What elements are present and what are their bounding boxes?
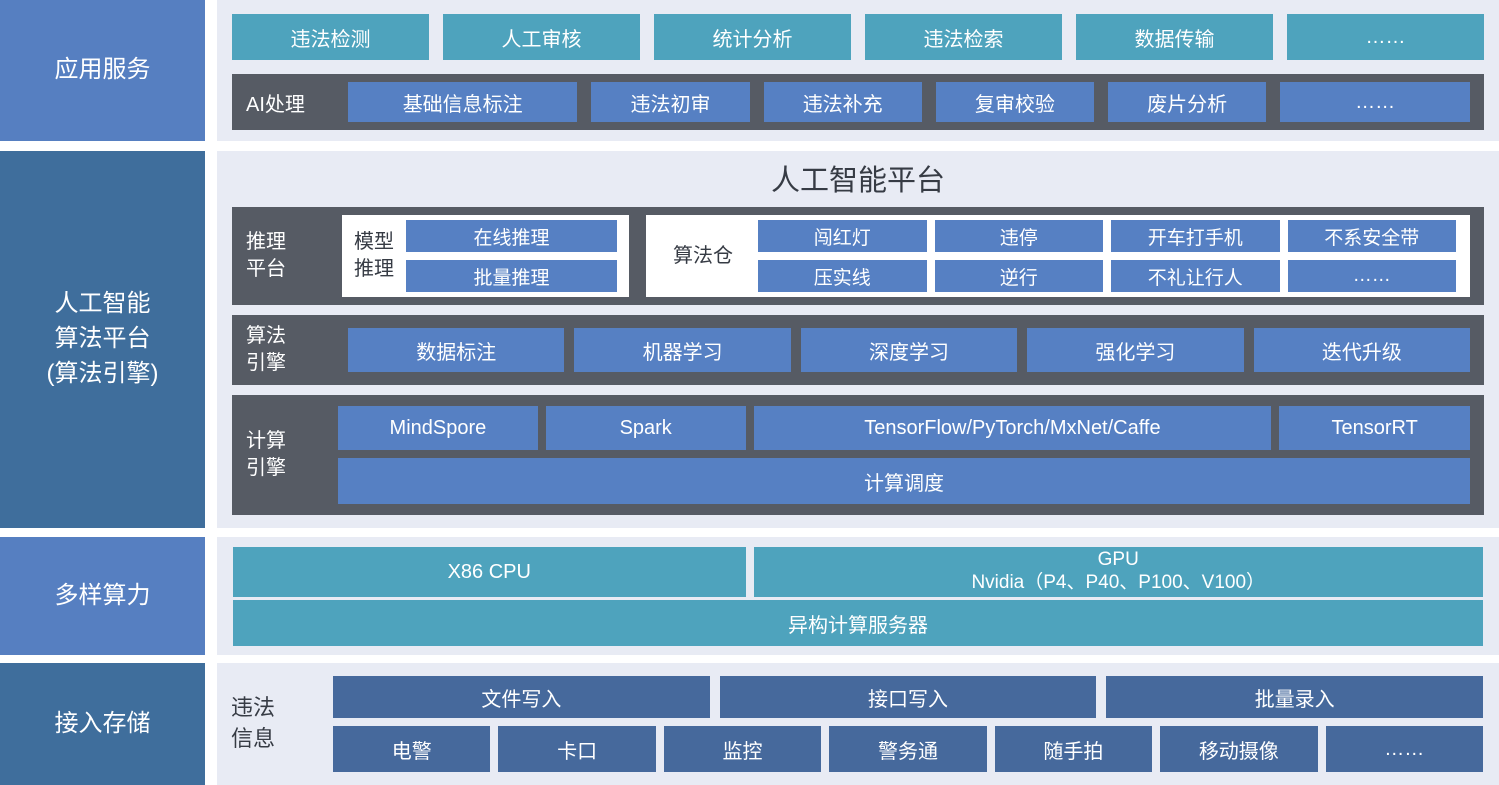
compute-hardware-row: X86 CPU GPU Nvidia（P4、P40、P100、V100） [233,547,1483,597]
ai-processing-bar: AI处理 基础信息标注 违法初审 违法补充 复审校验 废片分析 …… [232,74,1484,130]
block-reinforcement-learning: 强化学习 [1027,328,1243,372]
algorithm-repo-label: 算法仓 [660,243,746,270]
layer-diverse-compute: 多样算力 X86 CPU GPU Nvidia（P4、P40、P100、V100… [0,537,1499,655]
illegal-info-label: 违法 信息 [231,693,319,755]
block-ellipsis-sources: …… [1326,726,1483,772]
block-solid-line-crossing: 压实线 [758,260,927,292]
layer-label-app-services: 应用服务 [0,0,205,141]
app-services-top-row: 违法检测 人工审核 统计分析 违法检索 数据传输 …… [232,14,1484,60]
block-data-labeling: 数据标注 [348,328,564,372]
layer-label-line: 算法平台 [55,322,151,357]
layer-label-line: (算法引擎) [47,357,159,392]
layer-label-ai-algorithm-platform: 人工智能 算法平台 (算法引擎) [0,151,205,528]
ai-platform-panel: 人工智能平台 推理 平台 模型 推理 在线推理 批量推理 [217,151,1499,528]
ai-platform-title: 人工智能平台 [232,157,1484,205]
block-machine-learning: 机器学习 [574,328,790,372]
block-gpu-nvidia: GPU Nvidia（P4、P40、P100、V100） [754,547,1484,597]
block-snapshot-app: 随手拍 [995,726,1152,772]
layer-access-storage: 接入存储 违法 信息 文件写入 接口写入 批量录入 电警 卡口 监控 警务通 随… [0,663,1499,785]
compute-engine-bar: 计算 引擎 MindSpore Spark TensorFlow/PyTorch… [232,395,1484,515]
block-deep-learning: 深度学习 [801,328,1017,372]
compute-engine-label: 计算 引擎 [246,428,338,482]
block-ellipsis-repo: …… [1288,260,1457,292]
inference-platform-label: 推理 平台 [246,229,338,283]
block-file-write: 文件写入 [333,676,710,718]
block-statistical-analysis: 统计分析 [654,14,851,60]
block-not-yielding-pedestrians: 不礼让行人 [1111,260,1280,292]
block-police-terminal: 警务通 [829,726,986,772]
block-heterogeneous-compute-server: 异构计算服务器 [233,600,1483,646]
block-recheck-verification: 复审校验 [936,82,1094,122]
compute-engine-frameworks: MindSpore Spark TensorFlow/PyTorch/MxNet… [338,406,1470,450]
block-phone-while-driving: 开车打手机 [1111,220,1280,252]
block-illegal-first-review: 违法初审 [591,82,749,122]
layer-label-diverse-compute: 多样算力 [0,537,205,655]
block-tensorflow-pytorch-mxnet-caffe: TensorFlow/PyTorch/MxNet/Caffe [754,406,1272,450]
layer-label-line: 人工智能 [55,287,151,322]
block-compute-scheduling: 计算调度 [338,458,1470,504]
inference-platform-bar: 推理 平台 模型 推理 在线推理 批量推理 算法仓 闯红灯 [232,207,1484,305]
access-storage-content: 文件写入 接口写入 批量录入 电警 卡口 监控 警务通 随手拍 移动摄像 …… [333,676,1483,772]
diverse-compute-panel: X86 CPU GPU Nvidia（P4、P40、P100、V100） 异构计… [217,537,1499,655]
layer-label-access-storage: 接入存储 [0,663,205,785]
model-inference-box: 模型 推理 在线推理 批量推理 [342,215,629,297]
block-illegal-supplement: 违法补充 [764,82,922,122]
algorithm-repo-box: 算法仓 闯红灯 违停 开车打手机 不系安全带 压实线 逆行 不礼让行人 …… [646,215,1470,297]
block-tensorrt: TensorRT [1279,406,1470,450]
write-methods-row: 文件写入 接口写入 批量录入 [333,676,1483,718]
block-batch-inference: 批量推理 [406,260,617,292]
block-surveillance: 监控 [664,726,821,772]
block-illegal-parking: 违停 [935,220,1104,252]
block-api-write: 接口写入 [720,676,1097,718]
block-manual-review: 人工审核 [443,14,640,60]
compute-engine-content: MindSpore Spark TensorFlow/PyTorch/MxNet… [338,406,1470,504]
layer-ai-algorithm-platform: 人工智能 算法平台 (算法引擎) 人工智能平台 推理 平台 模型 推理 在线推理 [0,151,1499,528]
layer-label-text: 接入存储 [55,707,151,742]
block-checkpoint: 卡口 [498,726,655,772]
layer-label-text: 多样算力 [55,579,151,614]
access-storage-panel: 违法 信息 文件写入 接口写入 批量录入 电警 卡口 监控 警务通 随手拍 移动… [217,663,1499,785]
block-online-inference: 在线推理 [406,220,617,252]
layer-label-text: 应用服务 [55,53,151,88]
block-no-seatbelt: 不系安全带 [1288,220,1457,252]
ai-processing-label: AI处理 [246,88,334,117]
model-inference-label: 模型 推理 [354,229,394,283]
block-waste-frame-analysis: 废片分析 [1108,82,1266,122]
algorithm-repo-grid: 闯红灯 违停 开车打手机 不系安全带 压实线 逆行 不礼让行人 …… [758,220,1456,292]
block-wrong-way-driving: 逆行 [935,260,1104,292]
block-illegal-detection: 违法检测 [232,14,429,60]
block-red-light-running: 闯红灯 [758,220,927,252]
model-inference-buttons: 在线推理 批量推理 [406,220,617,292]
block-data-transfer: 数据传输 [1076,14,1273,60]
block-x86-cpu: X86 CPU [233,547,746,597]
block-ellipsis-top: …… [1287,14,1484,60]
layer-app-services: 应用服务 违法检测 人工审核 统计分析 违法检索 数据传输 …… AI处理 基础… [0,0,1499,141]
block-electronic-police: 电警 [333,726,490,772]
app-services-panel: 违法检测 人工审核 统计分析 违法检索 数据传输 …… AI处理 基础信息标注 … [217,0,1499,141]
algorithm-engine-bar: 算法 引擎 数据标注 机器学习 深度学习 强化学习 迭代升级 [232,315,1484,385]
block-mobile-camera: 移动摄像 [1160,726,1317,772]
data-sources-row: 电警 卡口 监控 警务通 随手拍 移动摄像 …… [333,726,1483,772]
block-iterative-upgrade: 迭代升级 [1254,328,1470,372]
block-spark: Spark [546,406,746,450]
block-ellipsis-ai: …… [1280,82,1470,122]
block-batch-entry: 批量录入 [1106,676,1483,718]
algorithm-engine-label: 算法 引擎 [246,323,338,377]
block-mindspore: MindSpore [338,406,538,450]
block-basic-info-labeling: 基础信息标注 [348,82,577,122]
architecture-diagram: 应用服务 违法检测 人工审核 统计分析 违法检索 数据传输 …… AI处理 基础… [0,0,1499,785]
block-illegal-search: 违法检索 [865,14,1062,60]
